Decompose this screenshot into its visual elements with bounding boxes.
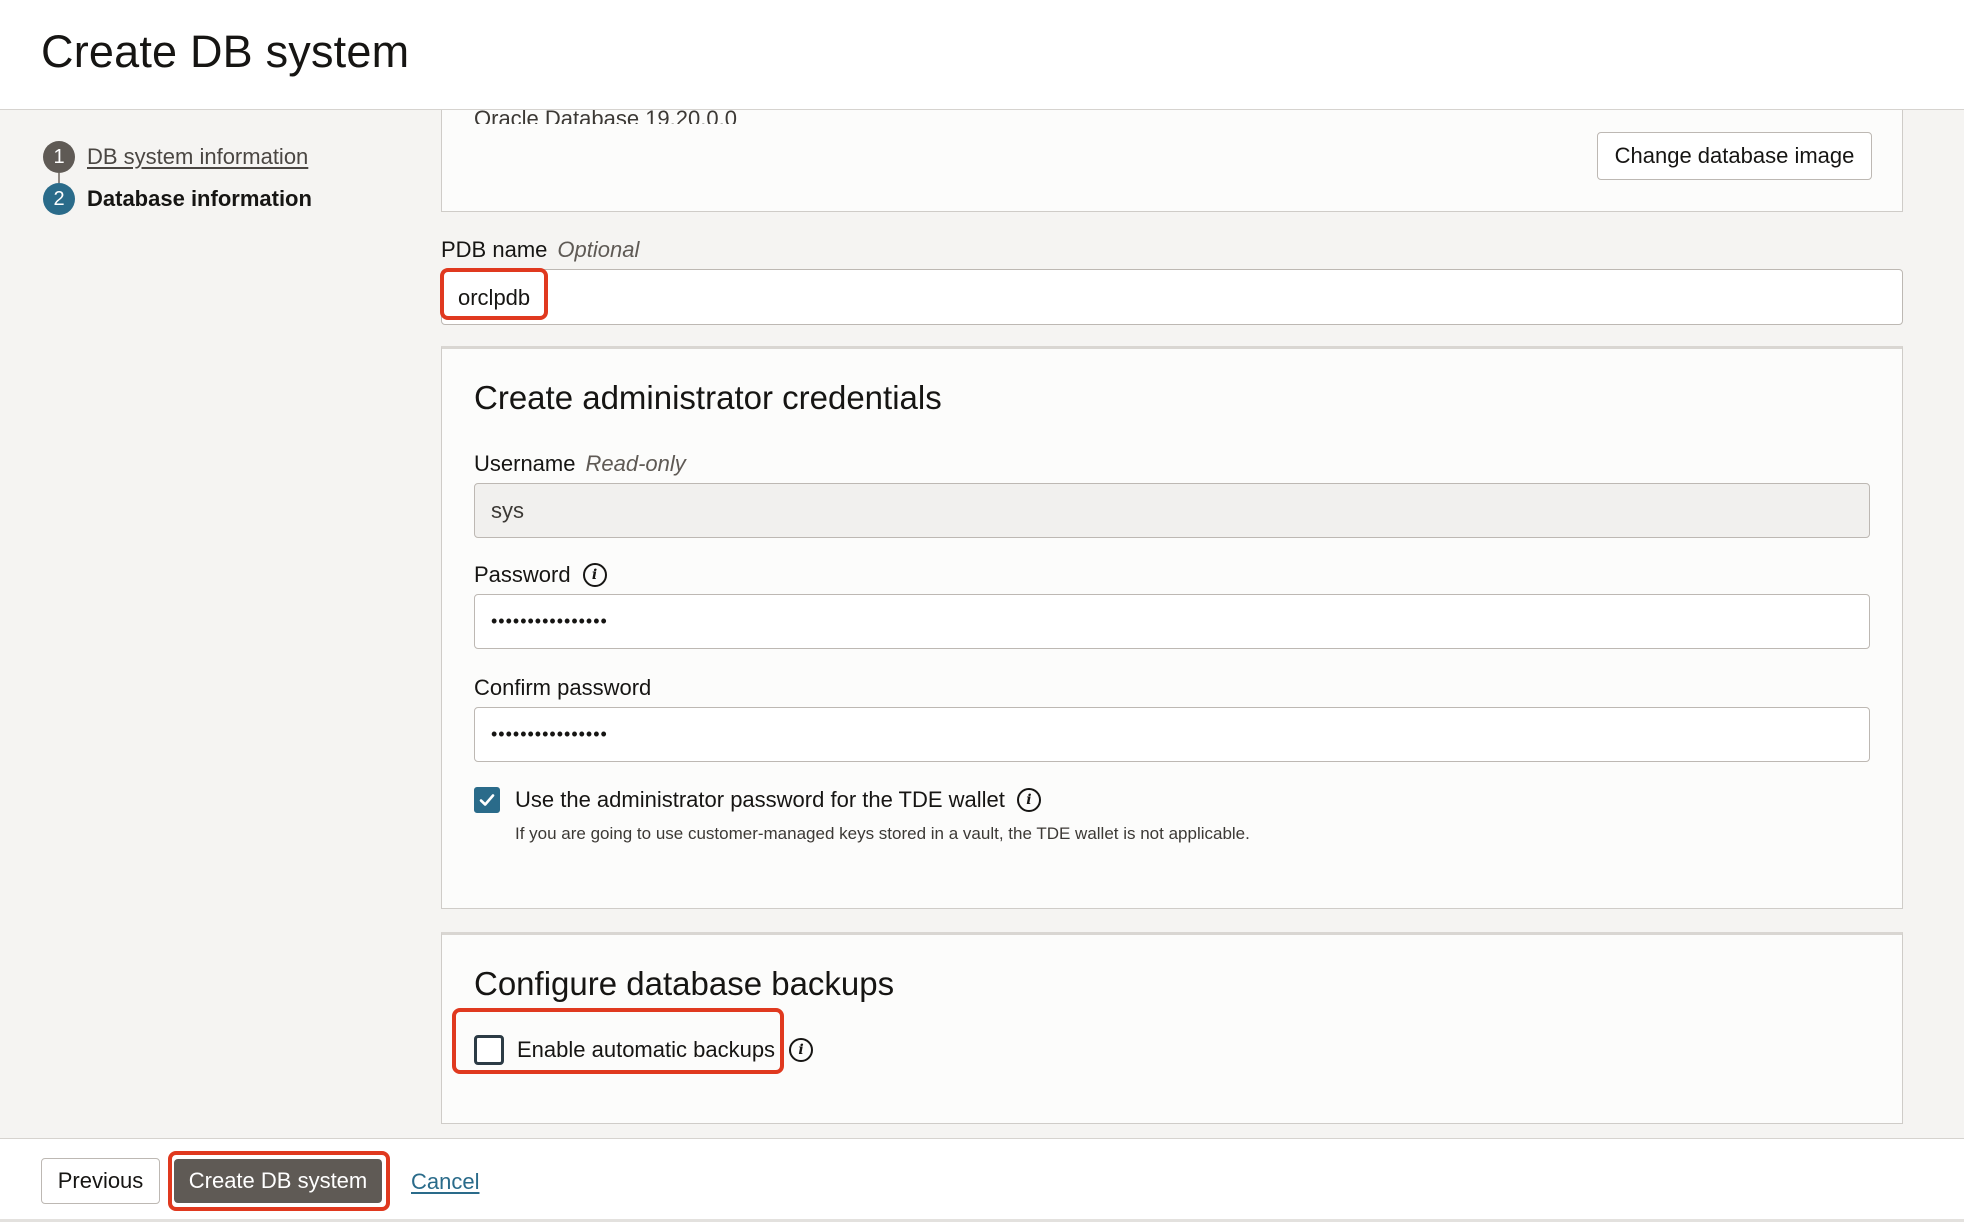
tde-wallet-checkbox[interactable] (474, 787, 500, 813)
info-icon[interactable]: i (582, 563, 607, 587)
pdb-name-label: PDB name Optional (441, 237, 639, 263)
username-value: sys (491, 497, 524, 523)
database-image-card: Oracle Database 19.20.0.0 Change databas… (441, 106, 1903, 212)
pdb-name-label-text: PDB name (441, 237, 548, 262)
change-database-image-button[interactable]: Change database image (1597, 132, 1872, 180)
previous-button[interactable]: Previous (41, 1158, 160, 1204)
page-title: Create DB system (41, 26, 410, 77)
confirm-password-label: Confirm password (474, 675, 651, 701)
password-label: Password i (474, 562, 607, 588)
admin-credentials-card: Create administrator credentials Usernam… (441, 346, 1903, 909)
username-input: sys (474, 483, 1870, 538)
info-icon[interactable]: i (1016, 788, 1041, 812)
step-connector (58, 173, 60, 183)
annotation-highlight-pdb (440, 268, 548, 320)
info-icon[interactable]: i (789, 1038, 814, 1062)
wizard-step-database-information: 2 Database information (43, 183, 312, 215)
tde-wallet-helper-text: If you are going to use customer-managed… (515, 824, 1250, 843)
username-label-text: Username (474, 451, 576, 476)
step-link-db-system-information[interactable]: DB system information (87, 144, 308, 170)
confirm-password-input[interactable]: •••••••••••••••• (474, 707, 1870, 762)
cancel-link[interactable]: Cancel (411, 1169, 479, 1195)
confirm-password-value: •••••••••••••••• (491, 724, 608, 744)
confirm-password-label-text: Confirm password (474, 675, 652, 700)
checkmark-icon (479, 794, 495, 806)
create-db-system-page: Create DB system 1 DB system information… (0, 0, 1964, 1222)
password-input[interactable]: •••••••••••••••• (474, 594, 1870, 649)
username-label: Username Read-only (474, 451, 686, 477)
database-image-value: Oracle Database 19.20.0.0 (474, 106, 737, 124)
database-backups-title: Configure database backups (474, 965, 895, 1002)
annotation-highlight-create (168, 1151, 390, 1211)
username-readonly-hint: Read-only (585, 451, 686, 476)
admin-credentials-title: Create administrator credentials (474, 379, 942, 416)
pdb-name-input[interactable]: orclpdb (441, 269, 1903, 325)
tde-wallet-checkbox-label[interactable]: Use the administrator password for the T… (515, 787, 1005, 813)
tde-wallet-checkbox-row[interactable]: Use the administrator password for the T… (474, 787, 1041, 813)
wizard-step-db-system-information[interactable]: 1 DB system information (43, 141, 308, 173)
password-value: •••••••••••••••• (491, 611, 608, 631)
password-label-text: Password (474, 562, 571, 587)
step-number-badge: 2 (43, 183, 75, 215)
pdb-name-optional-hint: Optional (557, 237, 640, 262)
step-label-database-information: Database information (87, 186, 312, 211)
step-number-badge: 1 (43, 141, 75, 173)
page-header: Create DB system (0, 0, 1964, 110)
annotation-highlight-backups (452, 1008, 784, 1074)
